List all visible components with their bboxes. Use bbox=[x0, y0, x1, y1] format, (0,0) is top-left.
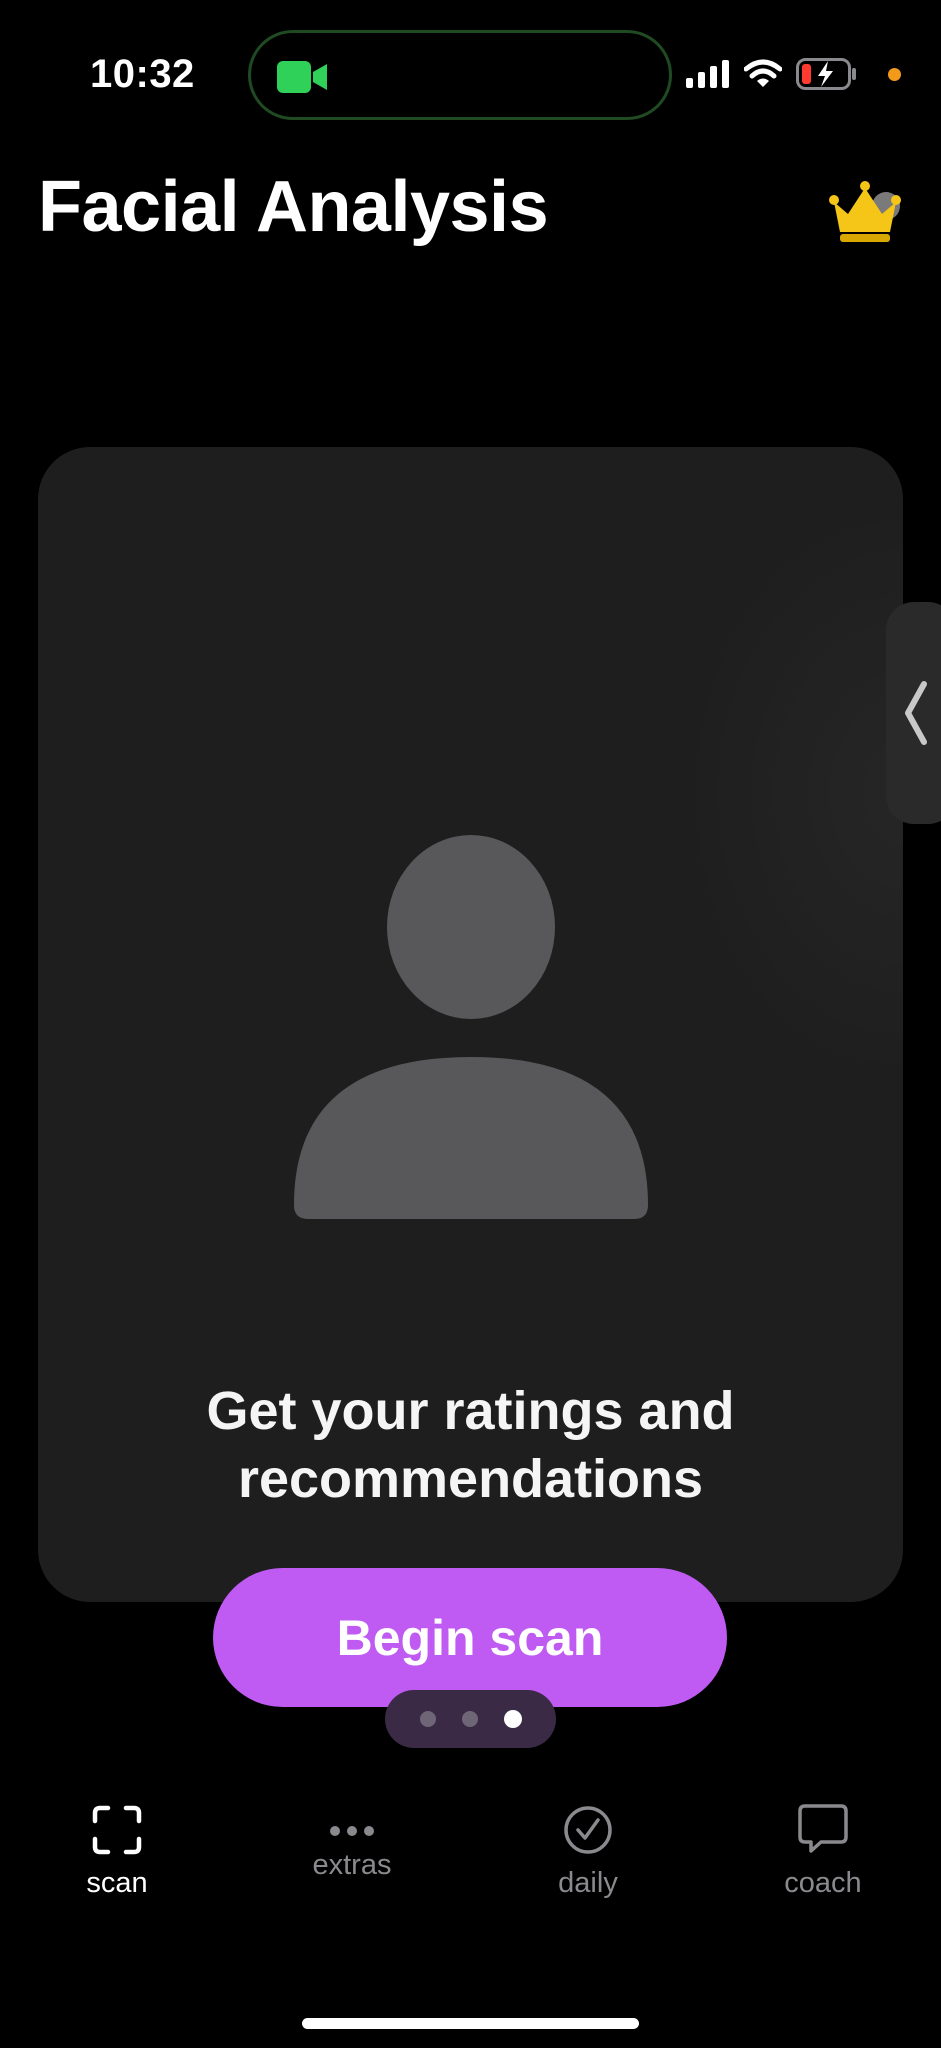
card-prompt: Get your ratings and recommendations bbox=[38, 1377, 903, 1513]
wifi-icon bbox=[744, 59, 782, 87]
card-prompt-line2: recommendations bbox=[237, 1449, 704, 1509]
status-time: 10:32 bbox=[90, 52, 195, 96]
tab-daily[interactable]: daily bbox=[508, 1795, 668, 1900]
page-title: Facial Analysis bbox=[38, 167, 549, 247]
page-indicator[interactable] bbox=[385, 1690, 556, 1748]
tab-extras-label: extras bbox=[312, 1849, 392, 1881]
cellular-signal-icon bbox=[686, 60, 729, 88]
card-prompt-line1: Get your ratings and bbox=[206, 1381, 735, 1441]
page-dot-1[interactable] bbox=[419, 1711, 436, 1727]
chevron-left-icon bbox=[905, 681, 927, 745]
tab-daily-label: daily bbox=[558, 1867, 618, 1899]
premium-crown-button[interactable] bbox=[828, 180, 902, 246]
tab-coach[interactable]: coach bbox=[743, 1795, 903, 1900]
tab-scan[interactable]: scan bbox=[37, 1795, 197, 1900]
ellipsis-icon bbox=[330, 1826, 374, 1836]
tab-coach-label: coach bbox=[784, 1867, 862, 1899]
battery-charging-icon bbox=[796, 58, 856, 90]
scan-frame-icon bbox=[92, 1805, 142, 1855]
home-indicator[interactable] bbox=[302, 2018, 639, 2029]
begin-scan-button[interactable]: Begin scan bbox=[213, 1568, 727, 1707]
page-dot-3-active[interactable] bbox=[503, 1710, 522, 1728]
tab-extras[interactable]: extras bbox=[272, 1795, 432, 1882]
dynamic-island bbox=[248, 30, 672, 120]
side-drawer-handle[interactable] bbox=[886, 602, 941, 824]
privacy-indicator-dot bbox=[888, 67, 901, 81]
person-placeholder-icon bbox=[294, 835, 648, 1219]
chat-bubble-icon bbox=[798, 1804, 848, 1853]
crown-icon bbox=[829, 181, 901, 242]
tab-scan-label: scan bbox=[86, 1867, 148, 1899]
scan-card: Get your ratings and recommendations bbox=[38, 447, 903, 1602]
page-dot-2[interactable] bbox=[461, 1711, 478, 1727]
status-icons bbox=[686, 58, 901, 90]
video-camera-icon bbox=[277, 61, 327, 93]
checkmark-circle-icon bbox=[564, 1806, 612, 1854]
